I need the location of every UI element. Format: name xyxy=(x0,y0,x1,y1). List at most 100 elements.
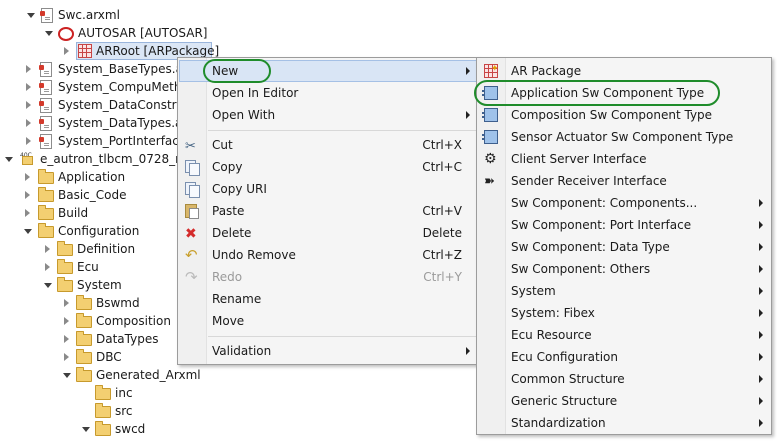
expand-toggle[interactable] xyxy=(5,157,13,162)
tree-item-label: Configuration xyxy=(58,224,140,238)
tree-item-build[interactable]: Build xyxy=(0,204,178,222)
tree-item-basic-code[interactable]: Basic_Code xyxy=(0,186,178,204)
expand-toggle[interactable] xyxy=(25,209,30,217)
tree-item-application[interactable]: Application xyxy=(0,168,178,186)
menu-item-common-structure[interactable]: Common Structure xyxy=(477,368,771,390)
expand-toggle[interactable] xyxy=(44,283,52,288)
tree-item-system-datatypes[interactable]: System_DataTypes.arxml xyxy=(0,114,178,132)
menu-item-system[interactable]: System xyxy=(477,280,771,302)
tree-item-label: System_CompuMethods.arxml xyxy=(58,80,178,94)
menu-item-sw-component-components[interactable]: Sw Component: Components... xyxy=(477,192,771,214)
menu-item-move[interactable]: Move xyxy=(178,310,478,332)
tree-item-configuration[interactable]: Configuration xyxy=(0,222,178,240)
expand-toggle[interactable] xyxy=(63,373,71,378)
expand-toggle[interactable] xyxy=(26,119,31,127)
submenu-arrow-icon xyxy=(759,375,763,383)
folder-icon xyxy=(76,331,92,346)
menu-item-generic-structure[interactable]: Generic Structure xyxy=(477,390,771,412)
component-icon xyxy=(482,130,498,144)
menu-item-label: Sw Component: Data Type xyxy=(511,240,670,254)
submenu-arrow-icon xyxy=(466,111,470,119)
tree-item-swcd[interactable]: swcd xyxy=(0,420,178,438)
menu-item-ar-package[interactable]: AR Package xyxy=(477,58,771,82)
menu-item-composition-sw-component-type[interactable]: Composition Sw Component Type xyxy=(477,104,771,126)
expand-toggle[interactable] xyxy=(64,47,69,55)
submenu-arrow-icon xyxy=(759,221,763,229)
menu-item-rename[interactable]: Rename xyxy=(178,288,478,310)
tree-item-system[interactable]: System xyxy=(0,276,178,294)
copy-icon xyxy=(185,160,200,176)
expand-toggle[interactable] xyxy=(27,13,35,18)
expand-toggle[interactable] xyxy=(24,229,32,234)
tree-item-system-compumethods[interactable]: System_CompuMethods.arxml xyxy=(0,78,178,96)
menu-item-sensor-actuator-sw-component-type[interactable]: Sensor Actuator Sw Component Type xyxy=(477,126,771,148)
tree-item-autosar[interactable]: AUTOSAR [AUTOSAR] xyxy=(0,24,220,42)
menu-item-label: System: Fibex xyxy=(511,306,595,320)
expand-toggle[interactable] xyxy=(64,299,69,307)
annotation-oval-new xyxy=(203,59,271,83)
menu-item-copy[interactable]: Copy Ctrl+C xyxy=(178,156,478,178)
tree-item-system-dataconstrs[interactable]: System_DataConstrs.arxml xyxy=(0,96,178,114)
menu-item-cut[interactable]: Cut Ctrl+X xyxy=(178,134,478,158)
tree-item-project[interactable]: e_autron_tlbcm_0728_ref xyxy=(0,150,178,168)
tree-item-composition[interactable]: Composition xyxy=(0,312,178,330)
menu-item-open-with[interactable]: Open With xyxy=(178,104,478,126)
menu-item-redo[interactable]: Redo Ctrl+Y xyxy=(178,266,478,288)
expand-toggle[interactable] xyxy=(26,65,31,73)
tree-item-label: System_PortInterfaces.arxml xyxy=(58,134,178,148)
expand-toggle[interactable] xyxy=(64,317,69,325)
tree-item-definition[interactable]: Definition xyxy=(0,240,178,258)
tree-item-generated-arxml[interactable]: Generated_Arxml xyxy=(0,366,201,384)
tree-item-label: Ecu xyxy=(77,260,99,274)
tree-item-label: Basic_Code xyxy=(58,188,127,202)
tree-item-src[interactable]: src xyxy=(0,402,178,420)
menu-item-open-in-editor[interactable]: Open In Editor xyxy=(178,82,478,104)
sender-receiver-icon xyxy=(484,171,498,193)
menu-item-sw-component-others[interactable]: Sw Component: Others xyxy=(477,258,771,280)
menu-item-validation[interactable]: Validation xyxy=(178,340,478,362)
expand-toggle[interactable] xyxy=(26,101,31,109)
tree-item-system-basetypes[interactable]: System_BaseTypes.arxml xyxy=(0,60,178,78)
expand-toggle[interactable] xyxy=(25,173,30,181)
ar-package-icon xyxy=(78,44,92,58)
menu-item-client-server-interface[interactable]: Client Server Interface xyxy=(477,148,771,170)
autosar-icon xyxy=(58,27,74,41)
expand-toggle[interactable] xyxy=(45,31,53,36)
expand-toggle[interactable] xyxy=(64,353,69,361)
tree-item-label: Swc.arxml xyxy=(58,8,120,22)
menu-item-ecu-resource[interactable]: Ecu Resource xyxy=(477,324,771,346)
expand-toggle[interactable] xyxy=(64,335,69,343)
tree-item-bswmd[interactable]: Bswmd xyxy=(0,294,178,312)
expand-toggle[interactable] xyxy=(45,263,50,271)
menu-item-system-fibex[interactable]: System: Fibex xyxy=(477,302,771,324)
menu-item-shortcut: Ctrl+Y xyxy=(423,270,462,284)
submenu-arrow-icon xyxy=(759,309,763,317)
menu-item-paste[interactable]: Paste Ctrl+V xyxy=(178,200,478,222)
menu-item-sw-component-port-interface[interactable]: Sw Component: Port Interface xyxy=(477,214,771,236)
expand-toggle[interactable] xyxy=(25,191,30,199)
new-submenu: AR Package Application Sw Component Type… xyxy=(476,57,772,435)
expand-toggle[interactable] xyxy=(45,245,50,253)
tree-item-swc-arxml[interactable]: Swc.arxml xyxy=(0,6,200,24)
menu-item-sender-receiver-interface[interactable]: Sender Receiver Interface xyxy=(477,170,771,193)
tree-item-inc[interactable]: inc xyxy=(0,384,178,402)
menu-item-undo-remove[interactable]: Undo Remove Ctrl+Z xyxy=(178,244,478,266)
expand-toggle[interactable] xyxy=(26,137,31,145)
menu-item-standardization[interactable]: Standardization xyxy=(477,412,771,434)
menu-item-copy-uri[interactable]: Copy URI xyxy=(178,178,478,200)
tree-item-dbc[interactable]: DBC xyxy=(0,348,178,366)
tree-item-label: AUTOSAR [AUTOSAR] xyxy=(78,26,208,40)
folder-icon xyxy=(76,295,92,310)
submenu-arrow-icon xyxy=(759,331,763,339)
menu-item-label: Standardization xyxy=(511,416,606,430)
menu-item-sw-component-data-type[interactable]: Sw Component: Data Type xyxy=(477,236,771,258)
tree-item-datatypes[interactable]: DataTypes xyxy=(0,330,178,348)
tree-item-label: Bswmd xyxy=(96,296,140,310)
menu-item-ecu-configuration[interactable]: Ecu Configuration xyxy=(477,346,771,368)
menu-item-shortcut: Ctrl+X xyxy=(422,138,462,152)
tree-item-ecu[interactable]: Ecu xyxy=(0,258,178,276)
menu-item-delete[interactable]: Delete Delete xyxy=(178,222,478,245)
tree-item-system-portinterfaces[interactable]: System_PortInterfaces.arxml xyxy=(0,132,178,150)
expand-toggle[interactable] xyxy=(82,427,90,432)
expand-toggle[interactable] xyxy=(26,83,31,91)
